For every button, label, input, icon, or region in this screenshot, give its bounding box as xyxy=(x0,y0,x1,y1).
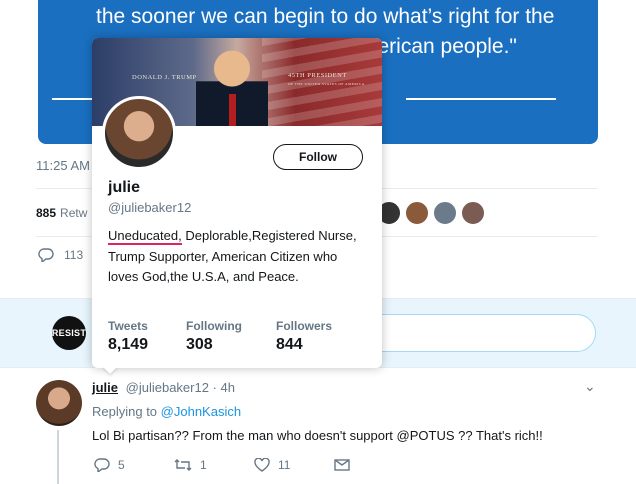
reply-likes-count: 11 xyxy=(278,458,291,472)
retweeter-avatar[interactable] xyxy=(432,200,458,226)
stat-value: 8,149 xyxy=(108,336,149,353)
replying-handle[interactable]: @JohnKasich xyxy=(161,404,241,419)
profile-stats: Tweets 8,149 Following 308 Followers 844 xyxy=(108,319,354,354)
stat-value: 844 xyxy=(276,336,303,353)
stat-value: 308 xyxy=(186,336,213,353)
retweet-count: 885 xyxy=(36,206,57,220)
profile-avatar[interactable] xyxy=(102,96,176,170)
reply-separator: · xyxy=(212,380,217,395)
tweet-timestamp[interactable]: 11:25 AM xyxy=(36,158,90,173)
media-divider-right xyxy=(406,98,556,100)
reply-count: 113 xyxy=(64,248,84,262)
profile-name[interactable]: julie xyxy=(108,179,140,197)
retweeter-avatars xyxy=(376,200,486,226)
reply-header: julie @juliebaker12 · 4h xyxy=(92,380,235,395)
retweet-stats[interactable]: 885 Retw xyxy=(36,206,87,220)
reply-author-handle[interactable]: @juliebaker12 xyxy=(126,380,209,395)
media-quote-line1: the sooner we can begin to do what’s rig… xyxy=(96,5,555,28)
stat-label: Following xyxy=(186,319,242,333)
reply-tweet[interactable]: julie @juliebaker12 · 4h ⌄ Replying to @… xyxy=(0,370,636,484)
reply-time[interactable]: 4h xyxy=(221,380,235,395)
retweet-label: Retw xyxy=(60,206,88,220)
banner-right-title: 45TH PRESIDENT xyxy=(288,72,347,79)
reply-icon xyxy=(38,248,54,262)
reply-icon xyxy=(94,458,110,472)
banner-tie xyxy=(229,94,236,126)
reply-author-name[interactable]: julie xyxy=(92,380,118,395)
reply-replies-count: 5 xyxy=(118,458,125,472)
replying-to: Replying to @JohnKasich xyxy=(92,404,241,419)
reply-retweets-count: 1 xyxy=(200,458,207,472)
thread-line xyxy=(57,430,59,484)
reply-actions: 5 1 11 xyxy=(94,458,414,472)
banner-right-text: 45TH PRESIDENT OF THE UNITED STATES OF A… xyxy=(288,71,365,89)
stat-following[interactable]: Following 308 xyxy=(186,319,276,354)
direct-message-button[interactable] xyxy=(334,458,414,472)
retweeter-avatar[interactable] xyxy=(460,200,486,226)
retweet-icon xyxy=(174,459,192,471)
envelope-icon xyxy=(334,459,350,471)
banner-right-subtitle: OF THE UNITED STATES OF AMERICA xyxy=(288,82,365,86)
reply-text: Lol Bi partisan?? From the man who doesn… xyxy=(92,428,543,443)
reply-button[interactable]: 5 xyxy=(94,458,174,472)
stat-followers[interactable]: Followers 844 xyxy=(276,319,354,354)
retweet-button[interactable]: 1 xyxy=(174,458,254,472)
hovercard-caret xyxy=(102,366,118,374)
chevron-down-icon[interactable]: ⌄ xyxy=(584,378,596,395)
stat-label: Followers xyxy=(276,319,333,333)
stat-label: Tweets xyxy=(108,319,148,333)
media-divider-left xyxy=(52,98,92,100)
current-user-avatar[interactable]: RESIST xyxy=(52,316,86,350)
follow-button[interactable]: Follow xyxy=(273,144,363,170)
banner-left-text: DONALD J. TRUMP xyxy=(132,74,197,81)
profile-handle[interactable]: @juliebaker12 xyxy=(108,200,191,215)
stat-tweets[interactable]: Tweets 8,149 xyxy=(108,319,186,354)
like-button[interactable]: 11 xyxy=(254,458,334,472)
profile-bio-underlined: Uneducated, xyxy=(108,228,182,245)
heart-icon xyxy=(254,458,270,472)
tweet-action-reply[interactable]: 113 xyxy=(38,248,83,262)
profile-hovercard: DONALD J. TRUMP 45TH PRESIDENT OF THE UN… xyxy=(92,38,382,368)
profile-bio: Uneducated, Deplorable,Registered Nurse,… xyxy=(108,226,358,288)
replying-prefix: Replying to xyxy=(92,404,158,419)
retweeter-avatar[interactable] xyxy=(404,200,430,226)
reply-avatar[interactable] xyxy=(36,380,82,426)
tweet-page: the sooner we can begin to do what’s rig… xyxy=(0,0,636,484)
